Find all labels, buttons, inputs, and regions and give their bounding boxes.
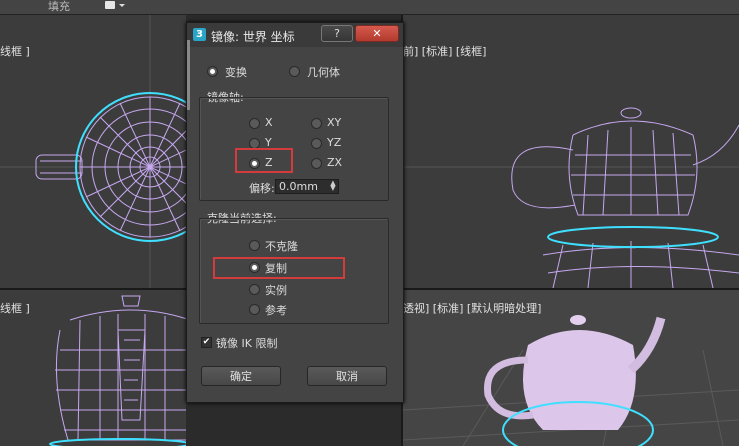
spinner-arrows-icon[interactable]: ▲ ▼ [329, 180, 337, 192]
axis-z-highlight-box [235, 148, 293, 173]
axis-yz-label: YZ [327, 136, 342, 149]
no-clone-label: 不克隆 [265, 240, 298, 253]
axis-zx-label: ZX [327, 156, 343, 169]
viewport-bottom-right[interactable]: 透视] [标准] [默认明暗处理] [403, 290, 739, 446]
viewport-bottom-left-label: 线框 ] [0, 302, 30, 315]
close-button[interactable]: ✕ [355, 25, 399, 42]
axis-zx-radio[interactable] [311, 158, 322, 169]
mirror-dialog: 3 镜像: 世界 坐标 ? ✕ 变换 几何体 镜像轴: X XY Y YZ Z … [186, 22, 404, 403]
reference-radio[interactable] [249, 304, 260, 315]
offset-label: 偏移: [249, 182, 275, 195]
mirror-ik-checkbox[interactable]: ✔ [201, 337, 212, 348]
no-clone-radio[interactable] [249, 240, 260, 251]
axis-yz-radio[interactable] [311, 138, 322, 149]
mirror-ik-label: 镜像 IK 限制 [216, 337, 278, 350]
offset-value: 0.0mm [279, 180, 318, 193]
dialog-scrollbar[interactable] [187, 40, 190, 110]
axis-x-label: X [265, 116, 273, 129]
help-button[interactable]: ? [321, 25, 353, 42]
instance-label: 实例 [265, 284, 287, 297]
cancel-button[interactable]: 取消 [307, 366, 387, 386]
transform-label: 变换 [225, 66, 247, 79]
axis-xy-radio[interactable] [311, 118, 322, 129]
viewport-top-right[interactable]: 前] [标准] [线框] [403, 15, 739, 288]
viewport-bottom-left[interactable]: 线框 ] [0, 290, 186, 446]
viewport-top-left[interactable]: 线框 ] [0, 15, 186, 288]
fill-label: 填充 [48, 0, 70, 13]
viewport-top-right-label: 前] [标准] [线框] [403, 45, 487, 58]
axis-x-radio[interactable] [249, 118, 260, 129]
geometry-label: 几何体 [307, 66, 340, 79]
viewport-top-left-label: 线框 ] [0, 45, 30, 58]
display-dropdown-icon[interactable] [104, 0, 126, 11]
transform-radio[interactable] [207, 66, 218, 77]
offset-spinner[interactable]: 0.0mm ▲ ▼ [275, 179, 339, 194]
geometry-radio[interactable] [289, 66, 300, 77]
app-logo-icon: 3 [193, 28, 206, 41]
copy-highlight-box [213, 257, 345, 279]
toolbar-strip: 填充 [0, 0, 739, 15]
viewport-bottom-right-label: 透视] [标准] [默认明暗处理] [403, 302, 542, 315]
ok-button[interactable]: 确定 [201, 366, 281, 386]
dialog-titlebar[interactable]: 3 镜像: 世界 坐标 ? ✕ [187, 23, 403, 47]
reference-label: 参考 [265, 304, 287, 317]
instance-radio[interactable] [249, 284, 260, 295]
axis-xy-label: XY [327, 116, 342, 129]
dialog-title: 镜像: 世界 坐标 [211, 30, 295, 44]
